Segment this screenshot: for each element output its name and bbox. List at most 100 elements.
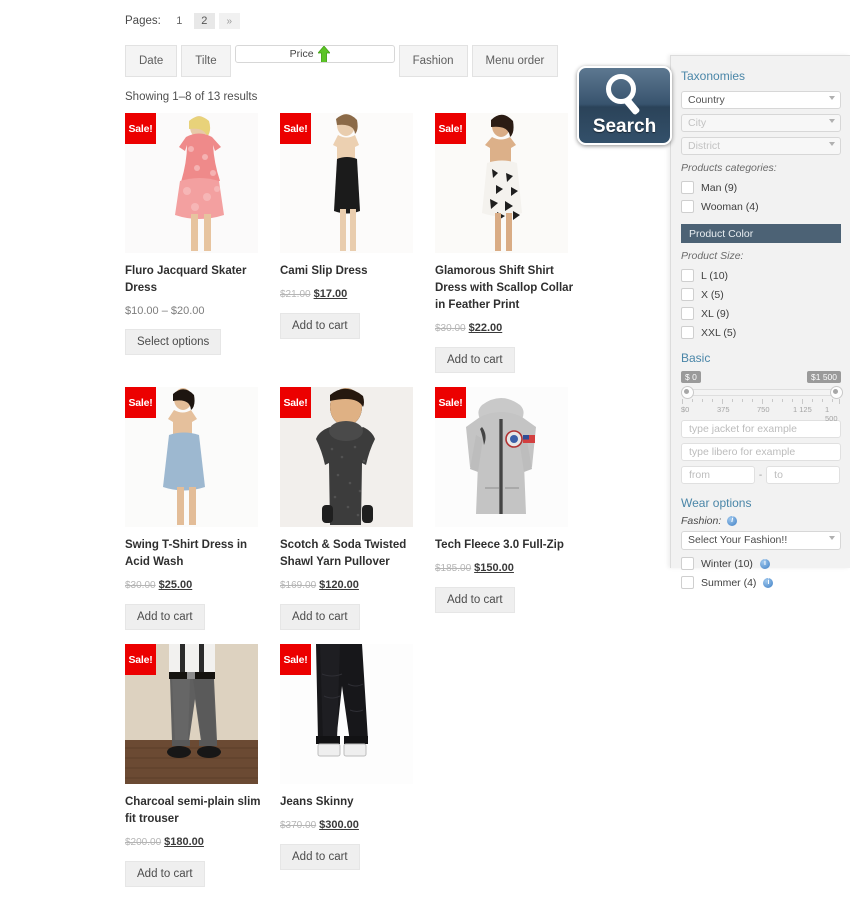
category-label-wooman: Wooman (4) xyxy=(701,200,759,213)
city-select[interactable]: City xyxy=(681,114,841,132)
product-price: $30.00 $22.00 xyxy=(435,321,590,336)
checkbox-icon[interactable] xyxy=(681,557,694,570)
search-button[interactable]: Search xyxy=(577,66,672,145)
wear-options-title: Wear options xyxy=(681,496,752,510)
keyword-input-libero[interactable]: type libero for example xyxy=(681,443,841,461)
sort-button-price[interactable]: Price xyxy=(234,45,395,63)
price-range-slider[interactable]: $ 0 $1 500 $0 375 750 1 125 1 500 xyxy=(681,371,843,423)
price-from-input[interactable]: from xyxy=(681,466,755,484)
sort-ascending-arrow-icon xyxy=(317,46,330,62)
product-old-price: $21.00 xyxy=(280,289,311,300)
info-icon[interactable]: i xyxy=(763,577,774,588)
sale-badge: Sale! xyxy=(125,387,156,418)
product-title[interactable]: Glamorous Shift Shirt Dress with Scallop… xyxy=(435,263,575,314)
keyword-input-jacket[interactable]: type jacket for example xyxy=(681,420,841,438)
product-color-header[interactable]: Product Color xyxy=(681,224,841,243)
product-old-price: $200.00 xyxy=(125,837,162,848)
category-checkbox-man[interactable]: Man (9) xyxy=(681,181,840,194)
checkbox-icon[interactable] xyxy=(681,269,694,282)
slider-handle-min[interactable] xyxy=(681,386,694,399)
product-image[interactable]: Sale! xyxy=(125,113,258,253)
checkbox-icon[interactable] xyxy=(681,326,694,339)
product-title[interactable]: Tech Fleece 3.0 Full-Zip xyxy=(435,537,575,554)
size-checkbox-xxl[interactable]: XXL (5) xyxy=(681,326,840,339)
slider-tick-3: 1 125 xyxy=(793,405,812,414)
checkbox-icon[interactable] xyxy=(681,576,694,589)
sort-button-price-label: Price xyxy=(289,48,314,60)
product-image[interactable]: Sale! xyxy=(280,644,413,784)
product-price: $185.00 $150.00 xyxy=(435,561,590,576)
product-card: Sale! Jeans Skinny $370.00 $300.00 Add to… xyxy=(280,644,435,887)
price-to-input[interactable]: to xyxy=(766,466,840,484)
district-select[interactable]: District xyxy=(681,137,841,155)
page-link-2[interactable]: 2 xyxy=(193,13,215,29)
product-card: Sale! Glamorous Shift Shirt Dress with S… xyxy=(435,113,590,373)
product-title[interactable]: Fluro Jacquard Skater Dress xyxy=(125,263,265,297)
page-link-1[interactable]: 1 xyxy=(169,13,190,29)
product-title[interactable]: Charcoal semi-plain slim fit trouser xyxy=(125,794,265,828)
product-card: Sale! Tech Fleece 3.0 Full-Zip $185.00 $1… xyxy=(435,387,590,630)
product-title[interactable]: Scotch & Soda Twisted Shawl Yarn Pullove… xyxy=(280,537,420,571)
add-to-cart-button[interactable]: Add to cart xyxy=(125,604,205,630)
search-button-label: Search xyxy=(592,116,657,137)
product-title[interactable]: Jeans Skinny xyxy=(280,794,420,811)
product-grid: Sale! Fluro Jacquard Skater Dress $10.00… xyxy=(125,113,685,901)
info-icon[interactable]: i xyxy=(727,516,738,526)
season-checkbox-summer[interactable]: Summer (4) i xyxy=(681,576,840,589)
chevron-down-icon xyxy=(829,536,835,540)
product-image[interactable]: Sale! xyxy=(435,113,568,253)
add-to-cart-button[interactable]: Add to cart xyxy=(280,604,360,630)
checkbox-icon[interactable] xyxy=(681,200,694,213)
size-checkbox-l[interactable]: L (10) xyxy=(681,269,840,282)
add-to-cart-button[interactable]: Add to cart xyxy=(280,844,360,870)
slider-handle-max[interactable] xyxy=(830,386,843,399)
add-to-cart-button[interactable]: Add to cart xyxy=(435,587,515,613)
product-image[interactable]: Sale! xyxy=(435,387,568,527)
sort-button-fashion[interactable]: Fashion xyxy=(398,45,468,77)
add-to-cart-button[interactable]: Add to cart xyxy=(435,347,515,373)
product-price: $370.00 $300.00 xyxy=(280,818,435,833)
product-card: Sale! Charcoal semi-plain slim fit trous… xyxy=(125,644,280,887)
sale-badge: Sale! xyxy=(280,387,311,418)
product-image[interactable]: Sale! xyxy=(125,387,258,527)
category-checkbox-wooman[interactable]: Wooman (4) xyxy=(681,200,840,213)
checkbox-icon[interactable] xyxy=(681,307,694,320)
product-image[interactable]: Sale! xyxy=(125,644,258,784)
size-checkbox-xl[interactable]: XL (9) xyxy=(681,307,840,320)
range-separator: - xyxy=(758,469,763,481)
slider-tick-1: 375 xyxy=(717,405,730,414)
size-checkbox-x[interactable]: X (5) xyxy=(681,288,840,301)
product-old-price: $185.00 xyxy=(435,563,472,574)
info-icon[interactable]: i xyxy=(759,558,770,569)
size-label-xxl: XXL (5) xyxy=(701,326,737,339)
country-select[interactable]: Country xyxy=(681,91,841,109)
product-image[interactable]: Sale! xyxy=(280,387,413,527)
product-card: Sale! Cami Slip Dress $21.00 $17.00 Add t… xyxy=(280,113,435,373)
product-title[interactable]: Cami Slip Dress xyxy=(280,263,420,280)
sort-button-date[interactable]: Date xyxy=(125,45,178,77)
fashion-label: Fashion: xyxy=(681,515,722,527)
chevron-down-icon xyxy=(829,142,835,146)
season-checkbox-winter[interactable]: Winter (10) i xyxy=(681,557,840,570)
add-to-cart-button[interactable]: Add to cart xyxy=(280,313,360,339)
taxonomies-title: Taxonomies xyxy=(681,69,746,83)
select-options-button[interactable]: Select options xyxy=(125,329,222,355)
add-to-cart-button[interactable]: Add to cart xyxy=(125,861,205,887)
sort-button-menu-order[interactable]: Menu order xyxy=(471,45,559,77)
checkbox-icon[interactable] xyxy=(681,181,694,194)
checkbox-icon[interactable] xyxy=(681,288,694,301)
slider-track[interactable] xyxy=(681,386,843,399)
slider-tick-4: 1 500 xyxy=(825,405,838,423)
page-next-link[interactable]: » xyxy=(218,13,240,29)
product-price: $10.00 – $20.00 xyxy=(125,304,280,318)
fashion-select-value: Select Your Fashion!! xyxy=(688,534,788,546)
sort-button-title[interactable]: Tilte xyxy=(181,45,231,77)
product-old-price: $30.00 xyxy=(435,323,466,334)
product-title[interactable]: Swing T-Shirt Dress in Acid Wash xyxy=(125,537,265,571)
sale-badge: Sale! xyxy=(280,644,311,675)
basic-title: Basic xyxy=(681,351,711,365)
product-image[interactable]: Sale! xyxy=(280,113,413,253)
product-new-price: $17.00 xyxy=(313,288,348,300)
fashion-select[interactable]: Select Your Fashion!! xyxy=(681,531,841,550)
slider-tick-0: $0 xyxy=(681,405,690,414)
